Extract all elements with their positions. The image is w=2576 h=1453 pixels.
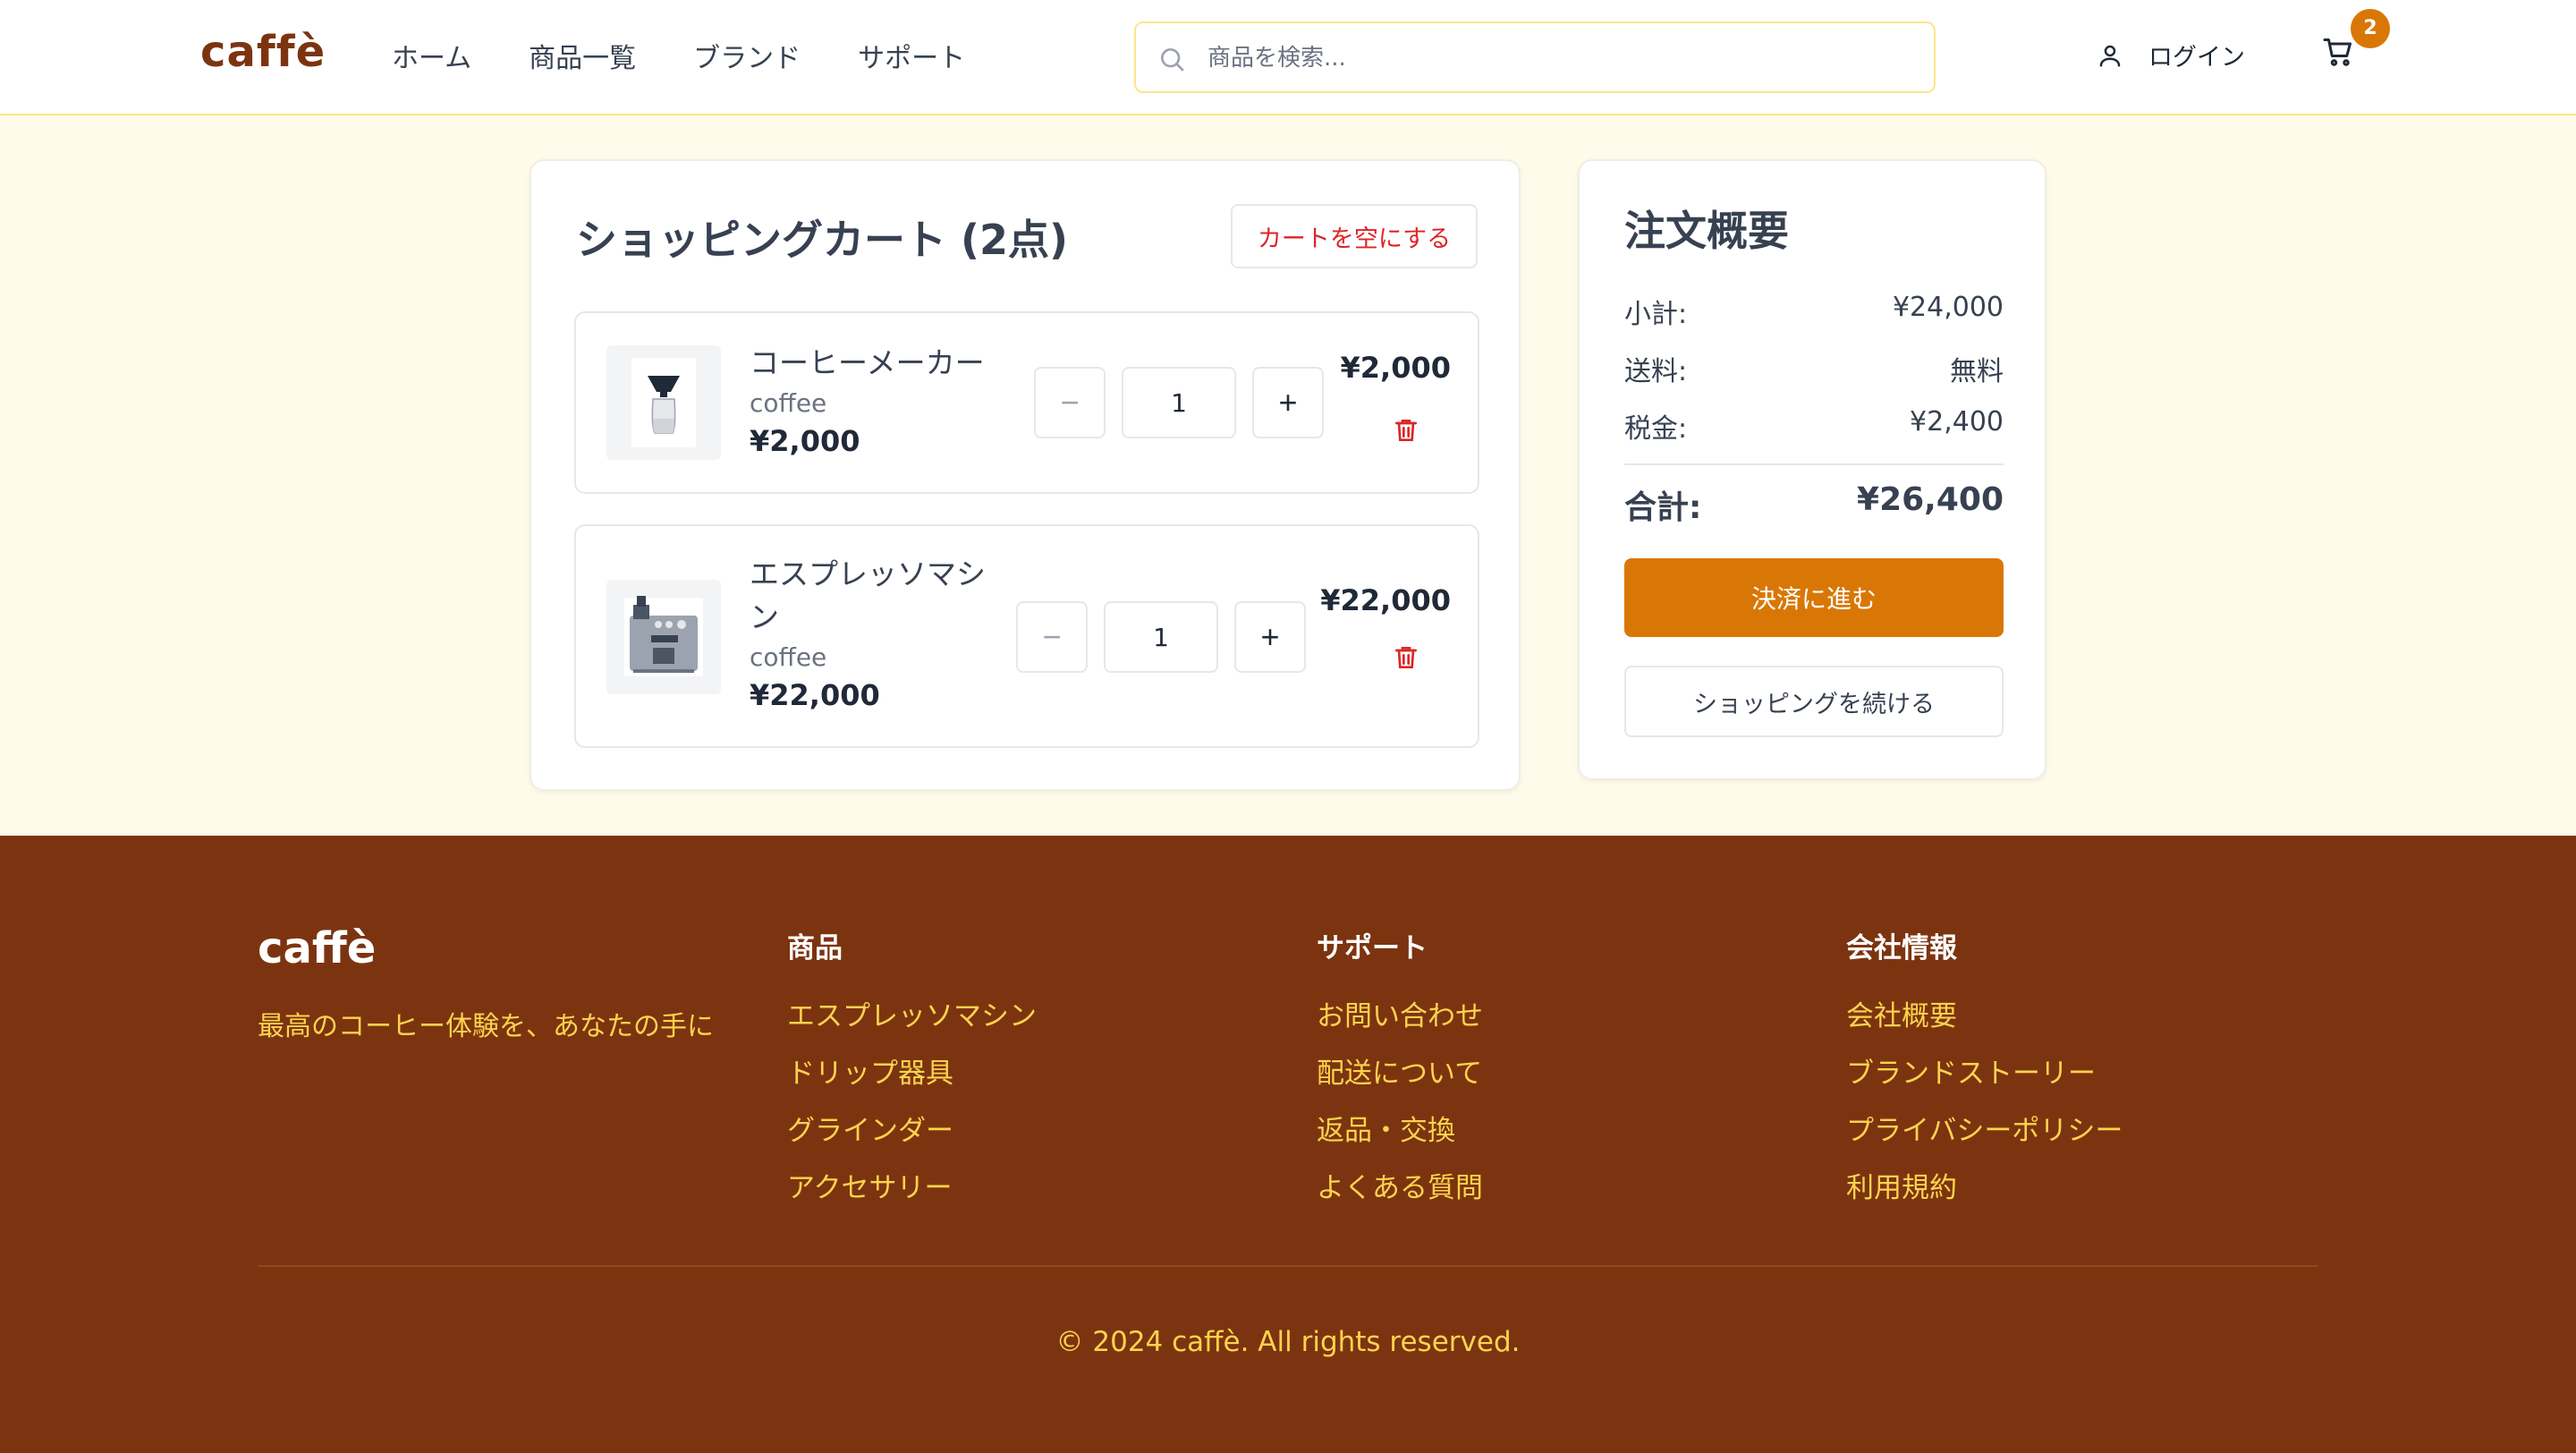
total-label: 合計: <box>1624 489 1702 526</box>
subtotal-row: 小計: ¥24,000 <box>1624 292 2004 331</box>
item-line-total: ¥2,000 <box>1340 351 1451 385</box>
cart-title: ショッピングカート (2点) <box>576 216 1069 264</box>
footer-link[interactable]: プライバシーポリシー <box>1846 1112 2123 1151</box>
espresso-machine-icon <box>624 596 703 676</box>
user-icon <box>2099 45 2121 66</box>
login-label: ログイン <box>2148 44 2245 72</box>
footer-link[interactable]: ブランドストーリー <box>1846 1055 2123 1093</box>
footer-divider <box>258 1265 2318 1267</box>
login-button[interactable]: ログイン <box>2097 38 2245 72</box>
shipping-value: 無料 <box>1950 356 2004 387</box>
cart-icon <box>2323 38 2351 66</box>
checkout-button[interactable]: 決済に進む <box>1624 558 2004 637</box>
logo[interactable]: caffè <box>200 27 326 77</box>
tax-label: 税金: <box>1624 413 1688 445</box>
item-unit-price: ¥22,000 <box>750 678 880 712</box>
item-brand: coffee <box>750 642 827 672</box>
cart-item: エスプレッソマシン coffee ¥22,000 − + ¥22,000 <box>574 524 1479 748</box>
tax-value: ¥2,400 <box>1910 406 2004 438</box>
item-name[interactable]: コーヒーメーカー <box>750 342 985 385</box>
footer-link[interactable]: グラインダー <box>787 1112 1037 1151</box>
cart-panel: ショッピングカート (2点) カートを空にする コーヒーメーカー coffee … <box>530 159 1521 791</box>
quantity-input[interactable] <box>1104 601 1218 673</box>
trash-icon[interactable] <box>1392 415 1420 446</box>
nav-brands[interactable]: ブランド <box>693 36 801 75</box>
footer-tagline: 最高のコーヒー体験を、あなたの手に <box>258 1011 714 1042</box>
item-line-total: ¥22,000 <box>1320 583 1451 617</box>
product-image <box>606 580 721 694</box>
item-brand: coffee <box>750 388 827 418</box>
trash-icon[interactable] <box>1392 642 1420 673</box>
footer-link[interactable]: ドリップ器具 <box>787 1055 1037 1093</box>
footer-link[interactable]: エスプレッソマシン <box>787 998 1037 1036</box>
cart-count-badge: 2 <box>2351 9 2390 48</box>
site-footer: caffè 最高のコーヒー体験を、あなたの手に 商品 エスプレッソマシン ドリッ… <box>0 836 2576 1453</box>
cart-item: コーヒーメーカー coffee ¥2,000 − + ¥2,000 <box>574 311 1479 494</box>
item-unit-price: ¥2,000 <box>750 424 860 458</box>
order-summary-panel: 注文概要 小計: ¥24,000 送料: 無料 税金: ¥2,400 合計: ¥… <box>1578 159 2046 780</box>
product-image <box>606 345 721 460</box>
summary-divider <box>1624 463 2004 465</box>
search-box <box>1134 21 1936 93</box>
pour-over-coffee-maker-icon <box>631 358 696 447</box>
decrease-quantity-button[interactable]: − <box>1016 601 1088 673</box>
decrease-quantity-button[interactable]: − <box>1034 367 1106 438</box>
footer-column-company: 会社情報 会社概要 ブランドストーリー プライバシーポリシー 利用規約 <box>1846 925 2123 1227</box>
footer-column-support: サポート お問い合わせ 配送について 返品・交換 よくある質問 <box>1317 925 1483 1227</box>
footer-link[interactable]: 会社概要 <box>1846 998 2123 1036</box>
tax-row: 税金: ¥2,400 <box>1624 406 2004 446</box>
copyright: © 2024 caffè. All rights reserved. <box>1055 1326 1521 1358</box>
nav-support[interactable]: サポート <box>858 36 965 75</box>
footer-link[interactable]: よくある質問 <box>1317 1169 1483 1208</box>
footer-link[interactable]: 配送について <box>1317 1055 1483 1093</box>
footer-link[interactable]: アクセサリー <box>787 1169 1037 1208</box>
footer-link[interactable]: お問い合わせ <box>1317 998 1483 1036</box>
footer-column-title: 商品 <box>787 932 843 964</box>
footer-link[interactable]: 利用規約 <box>1846 1169 2123 1208</box>
site-header: caffè ホーム 商品一覧 ブランド サポート ログイン 2 <box>0 0 2576 115</box>
nav-home[interactable]: ホーム <box>392 36 471 75</box>
footer-column-title: 会社情報 <box>1846 932 1957 964</box>
footer-link[interactable]: 返品・交換 <box>1317 1112 1483 1151</box>
footer-column-products: 商品 エスプレッソマシン ドリップ器具 グラインダー アクセサリー <box>787 925 1037 1227</box>
nav-products[interactable]: 商品一覧 <box>529 36 636 75</box>
increase-quantity-button[interactable]: + <box>1234 601 1306 673</box>
subtotal-value: ¥24,000 <box>1892 292 2004 323</box>
total-row: 合計: ¥26,400 <box>1624 481 2004 528</box>
total-value: ¥26,400 <box>1857 481 2004 518</box>
increase-quantity-button[interactable]: + <box>1252 367 1324 438</box>
shipping-label: 送料: <box>1624 356 1688 387</box>
main-nav: ホーム 商品一覧 ブランド サポート <box>392 36 1022 75</box>
shipping-row: 送料: 無料 <box>1624 349 2004 388</box>
clear-cart-button[interactable]: カートを空にする <box>1231 204 1478 268</box>
footer-column-title: サポート <box>1317 932 1428 964</box>
quantity-input[interactable] <box>1122 367 1236 438</box>
search-icon <box>1161 48 1184 72</box>
item-name[interactable]: エスプレッソマシン <box>750 553 1000 639</box>
footer-logo[interactable]: caffè <box>258 923 376 973</box>
search-input[interactable] <box>1208 38 1914 79</box>
continue-shopping-button[interactable]: ショッピングを続ける <box>1624 666 2004 737</box>
subtotal-label: 小計: <box>1624 299 1688 330</box>
summary-title: 注文概要 <box>1624 207 1789 255</box>
